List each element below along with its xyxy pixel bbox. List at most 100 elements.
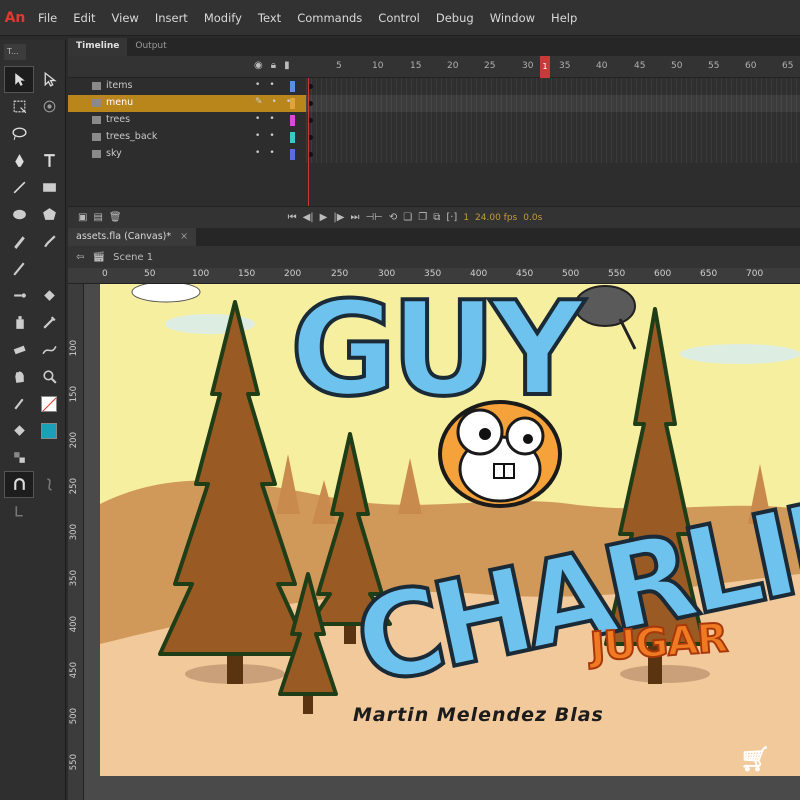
lock-icon[interactable]: 🔒︎ xyxy=(271,60,276,71)
paint-brush-tool-icon[interactable] xyxy=(4,255,34,282)
oval-tool-icon[interactable] xyxy=(4,201,34,228)
step-forward-icon[interactable]: |▶ xyxy=(333,212,344,223)
text-tool-icon[interactable] xyxy=(34,147,64,174)
layer-outline-color[interactable] xyxy=(290,98,295,109)
pencil-tool-icon[interactable] xyxy=(4,228,34,255)
layer-frames[interactable] xyxy=(306,78,800,95)
eyedropper-tool-icon[interactable] xyxy=(34,309,64,336)
layer-row[interactable]: sky • • xyxy=(68,146,800,163)
lock-dot[interactable]: • xyxy=(269,80,274,90)
back-arrow-icon[interactable]: ⇦ xyxy=(76,252,84,263)
go-to-first-frame-icon[interactable]: ⏮ xyxy=(288,212,297,223)
onion-skin-icon[interactable]: ❏ xyxy=(403,212,412,223)
close-icon[interactable]: × xyxy=(180,231,188,242)
lock-dot[interactable]: • xyxy=(269,148,274,158)
polystar-tool-icon[interactable] xyxy=(34,201,64,228)
scene-label[interactable]: Scene 1 xyxy=(113,252,153,263)
layer-outline-color[interactable] xyxy=(290,149,295,160)
paint-bucket-tool-icon[interactable] xyxy=(34,282,64,309)
tab-output[interactable]: Output xyxy=(127,38,174,56)
swap-colors-icon[interactable] xyxy=(4,444,34,471)
width-tool-icon[interactable] xyxy=(34,336,64,363)
tools-tab[interactable]: T... xyxy=(4,44,26,60)
menu-modify[interactable]: Modify xyxy=(196,11,250,25)
layer-name[interactable]: items xyxy=(106,80,132,91)
lock-dot[interactable]: • xyxy=(269,131,274,141)
menu-view[interactable]: View xyxy=(104,11,147,25)
frame-ruler[interactable]: 1 5 10 15 20 25 30 35 40 45 50 55 60 65 xyxy=(304,56,800,78)
eye-icon[interactable]: ◉ xyxy=(254,60,263,71)
selection-tool-icon[interactable] xyxy=(4,66,34,93)
rectangle-tool-icon[interactable] xyxy=(34,174,64,201)
layer-outline-color[interactable] xyxy=(290,115,295,126)
menu-window[interactable]: Window xyxy=(482,11,543,25)
center-frame-icon[interactable]: ⊣⊢ xyxy=(365,212,382,223)
fill-color-swatch[interactable] xyxy=(34,417,64,444)
stage-canvas[interactable]: GUY CHARLIE JUGAR Martin Melendez Blas xyxy=(100,284,800,776)
title-guy[interactable]: GUY xyxy=(288,284,594,427)
fill-color-icon[interactable] xyxy=(4,417,34,444)
eraser-tool-icon[interactable] xyxy=(4,336,34,363)
pen-tool-icon[interactable] xyxy=(4,147,34,174)
hand-tool-icon[interactable] xyxy=(4,363,34,390)
bone-tool-icon[interactable] xyxy=(4,282,34,309)
step-back-icon[interactable]: ◀| xyxy=(303,212,314,223)
layer-outline-color[interactable] xyxy=(290,81,295,92)
layer-row[interactable]: trees_back • • xyxy=(68,129,800,146)
stroke-color-icon[interactable] xyxy=(4,390,34,417)
menu-text[interactable]: Text xyxy=(250,11,289,25)
menu-commands[interactable]: Commands xyxy=(289,11,370,25)
visibility-dot[interactable]: • xyxy=(255,131,260,141)
menu-insert[interactable]: Insert xyxy=(147,11,196,25)
horizontal-ruler[interactable]: 0 50 100 150 200 250 300 350 400 450 500… xyxy=(68,268,800,284)
menu-debug[interactable]: Debug xyxy=(428,11,482,25)
layer-outline-color[interactable] xyxy=(290,132,295,143)
visibility-dot[interactable]: • xyxy=(272,97,277,107)
layer-name[interactable]: trees xyxy=(106,114,130,125)
play-button[interactable]: JUGAR xyxy=(588,614,730,671)
layer-name[interactable]: sky xyxy=(106,148,122,159)
document-tab[interactable]: assets.fla (Canvas)* × xyxy=(68,228,197,246)
vertical-ruler[interactable]: 100 150 200 250 300 350 400 450 500 550 xyxy=(68,284,84,800)
brush-tool-icon[interactable] xyxy=(34,228,64,255)
visibility-dot[interactable]: • xyxy=(255,114,260,124)
onion-outline-icon[interactable]: ❐ xyxy=(418,212,427,223)
smooth-icon[interactable] xyxy=(34,471,64,498)
layer-frames[interactable] xyxy=(306,112,800,129)
subselection-tool-icon[interactable] xyxy=(34,66,64,93)
play-icon[interactable]: ▶ xyxy=(320,212,328,223)
stroke-color-swatch[interactable] xyxy=(34,390,64,417)
menu-control[interactable]: Control xyxy=(370,11,428,25)
layer-row[interactable]: menu ✎ • • xyxy=(68,95,800,112)
visibility-dot[interactable]: • xyxy=(255,80,260,90)
visibility-dot[interactable]: • xyxy=(255,148,260,158)
straighten-icon[interactable] xyxy=(4,498,34,525)
go-to-last-frame-icon[interactable]: ⏭ xyxy=(350,212,359,223)
tab-timeline[interactable]: Timeline xyxy=(68,38,128,56)
delete-layer-icon[interactable]: 🗑︎ xyxy=(109,212,122,223)
new-layer-icon[interactable]: ▣ xyxy=(78,212,87,223)
fps-readout[interactable]: 24.00 fps xyxy=(475,213,517,223)
3d-rotation-tool-icon[interactable] xyxy=(34,93,64,120)
layer-name[interactable]: menu xyxy=(106,97,133,108)
line-tool-icon[interactable] xyxy=(4,174,34,201)
layer-row[interactable]: trees • • xyxy=(68,112,800,129)
menu-file[interactable]: File xyxy=(30,11,65,25)
menu-help[interactable]: Help xyxy=(543,11,585,25)
new-folder-icon[interactable]: ▤ xyxy=(93,212,102,223)
crow[interactable] xyxy=(574,285,637,350)
edit-multiple-frames-icon[interactable]: ⧉ xyxy=(433,212,440,223)
layer-name[interactable]: trees_back xyxy=(106,131,157,142)
ink-bottle-tool-icon[interactable] xyxy=(4,309,34,336)
hamster-character[interactable] xyxy=(438,400,562,508)
layer-frames[interactable] xyxy=(306,146,800,163)
layer-row[interactable]: items • • xyxy=(68,78,800,95)
lasso-tool-icon[interactable] xyxy=(4,120,34,147)
menu-edit[interactable]: Edit xyxy=(65,11,103,25)
playhead[interactable]: 1 xyxy=(540,56,550,78)
modify-markers-icon[interactable]: [·] xyxy=(446,212,457,223)
layer-frames[interactable] xyxy=(306,95,800,112)
snap-to-objects-icon[interactable] xyxy=(4,471,34,498)
document-tab-label[interactable]: assets.fla (Canvas)* xyxy=(76,231,171,242)
free-transform-tool-icon[interactable] xyxy=(4,93,34,120)
